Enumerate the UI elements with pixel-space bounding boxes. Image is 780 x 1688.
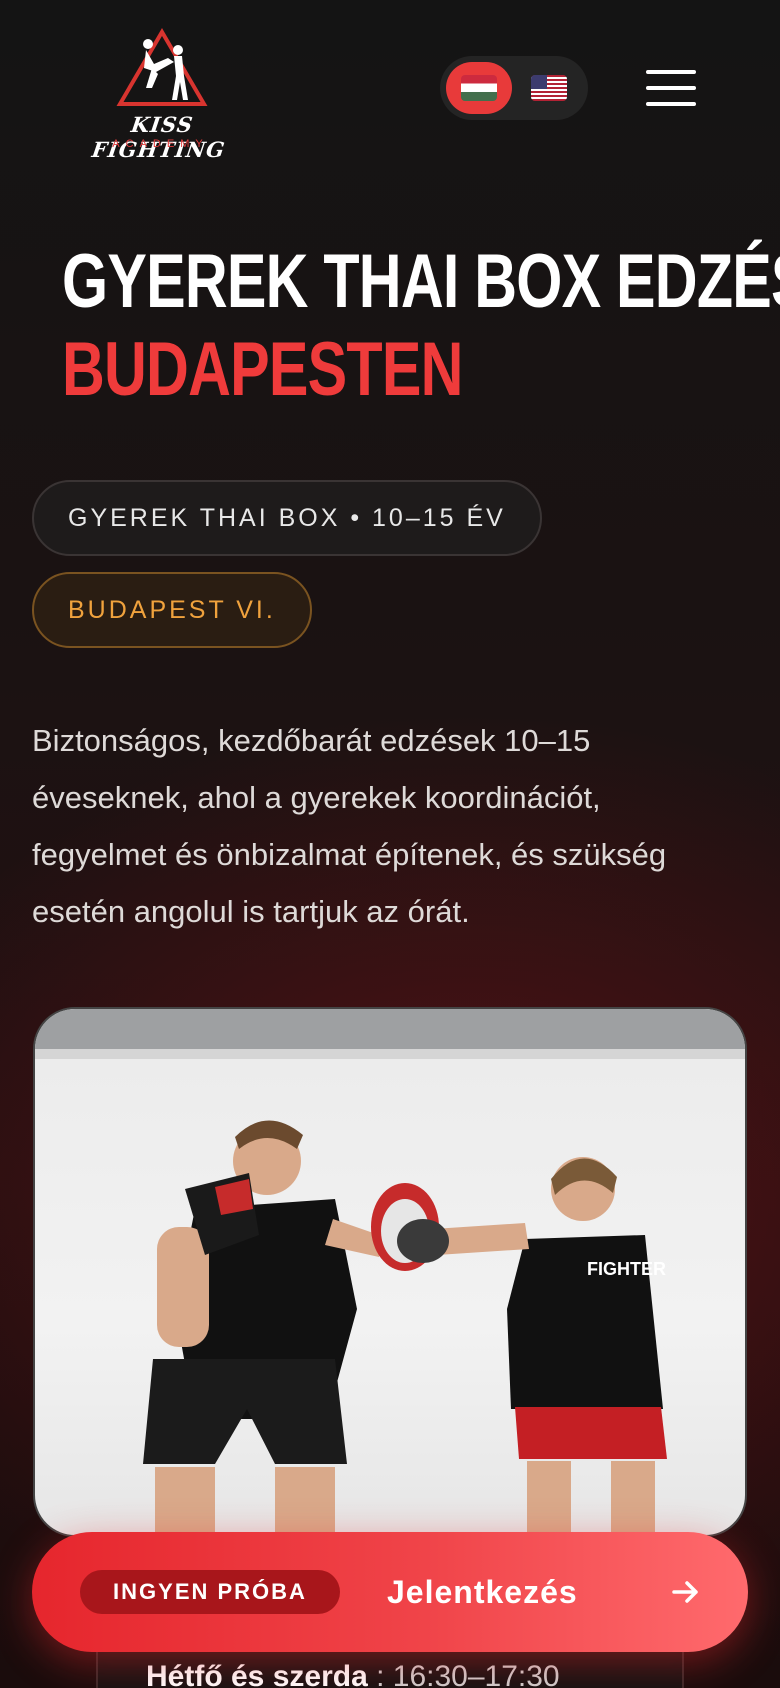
shirt-print-text: FIGHTER — [587, 1259, 666, 1279]
fighter-logo-icon — [116, 28, 208, 106]
free-trial-badge: INGYEN PRÓBA — [80, 1570, 340, 1614]
hero-description: Biztonságos, kezdőbarát edzések 10–15 év… — [32, 723, 667, 929]
arrow-right-icon — [672, 1581, 698, 1603]
language-option-hu[interactable] — [446, 62, 512, 114]
logo-subtitle: ACADEMY — [112, 138, 209, 150]
page: KISS FIGHTING ACADEMY GYEREK THAI BOX ED… — [0, 0, 780, 1688]
page-title: GYEREK THAI BOX EDZÉS BUDAPESTEN — [62, 238, 780, 414]
signup-cta-button[interactable]: INGYEN PRÓBA Jelentkezés — [32, 1532, 748, 1652]
header: KISS FIGHTING ACADEMY — [0, 0, 780, 175]
schedule-row: Hétfő és szerda : 16:30–17:30 — [146, 1660, 560, 1688]
language-switch — [440, 56, 588, 120]
schedule-days: Hétfő és szerda — [146, 1660, 368, 1688]
hamburger-menu-icon[interactable] — [646, 68, 696, 108]
training-photo: FIGHTER — [33, 1007, 747, 1537]
hungary-flag-icon — [461, 75, 497, 101]
age-group-badge: GYEREK THAI BOX • 10–15 ÉV — [32, 480, 542, 556]
logo-title: KISS FIGHTING — [90, 112, 228, 162]
page-title-line-2: BUDAPESTEN — [62, 327, 463, 412]
usa-flag-icon — [531, 75, 567, 101]
schedule-time: : 16:30–17:30 — [376, 1660, 560, 1688]
signup-label: Jelentkezés — [387, 1574, 578, 1610]
training-scene-illustration: FIGHTER — [143, 1120, 667, 1535]
page-title-line-1: GYEREK THAI BOX EDZÉS — [62, 239, 780, 324]
language-option-en[interactable] — [516, 62, 582, 114]
location-badge: BUDAPEST VI. — [32, 572, 312, 648]
logo[interactable]: KISS FIGHTING ACADEMY — [78, 28, 243, 162]
